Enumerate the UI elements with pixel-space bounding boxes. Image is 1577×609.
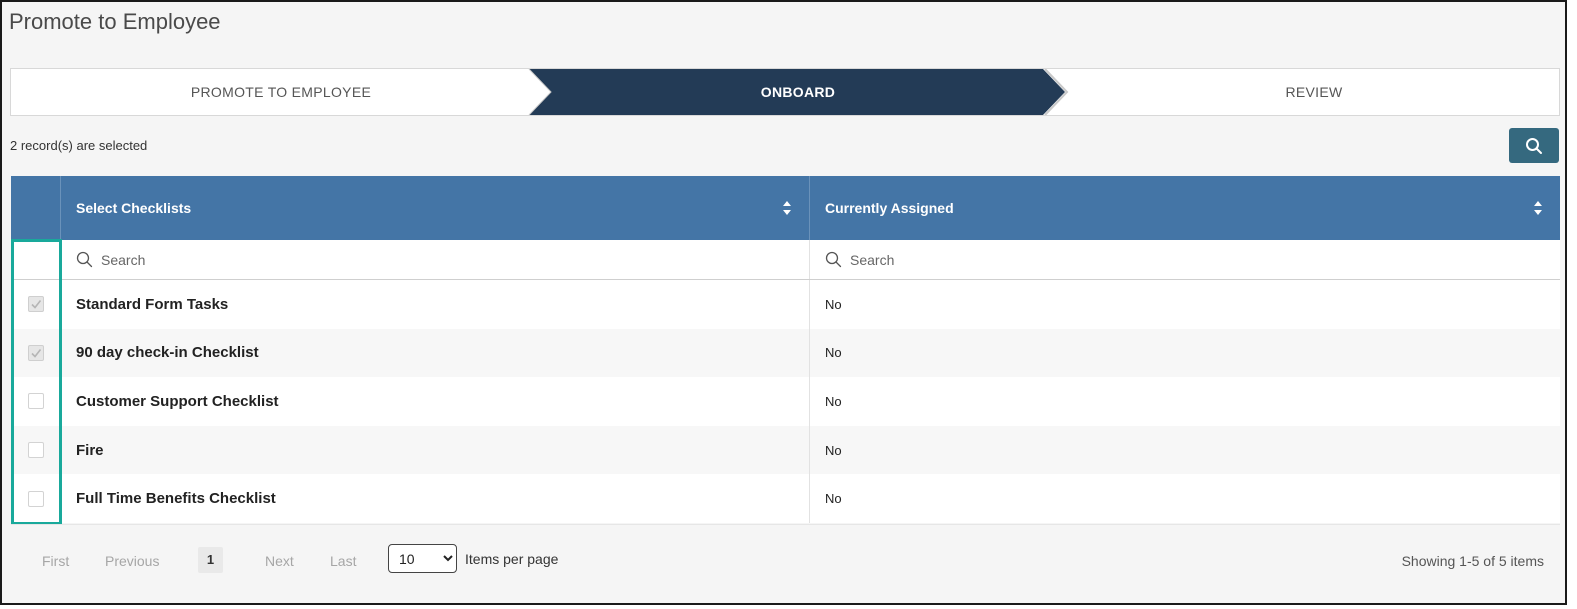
- row-select-cell: [11, 296, 61, 313]
- currently-assigned-value: No: [825, 393, 842, 409]
- filter-select-spacer: [11, 240, 61, 279]
- page-title: Promote to Employee: [9, 9, 221, 34]
- wizard-step-review[interactable]: REVIEW: [1067, 69, 1561, 115]
- checkmark-icon: [31, 300, 42, 310]
- search-button[interactable]: [1509, 128, 1559, 163]
- checklists-search-input[interactable]: [101, 251, 401, 268]
- row-checkbox[interactable]: [28, 393, 44, 410]
- filter-row: [11, 240, 1560, 280]
- column-label: Currently Assigned: [825, 200, 954, 216]
- previous-page-link[interactable]: Previous: [105, 553, 159, 569]
- row-checkbox[interactable]: [28, 490, 44, 507]
- sort-icon: [783, 201, 791, 215]
- row-select-cell: [11, 442, 61, 459]
- assigned-search-input[interactable]: [850, 251, 1150, 268]
- row-checkbox[interactable]: [28, 344, 44, 361]
- column-header-currently-assigned[interactable]: Currently Assigned: [810, 176, 1560, 240]
- search-icon: [1526, 137, 1542, 154]
- app-frame: Promote to Employee PROMOTE TO EMPLOYEE …: [0, 0, 1567, 605]
- next-page-link[interactable]: Next: [265, 553, 294, 569]
- row-checkbox[interactable]: [28, 442, 44, 459]
- selection-count: 2 record(s) are selected: [10, 138, 148, 153]
- showing-items-summary: Showing 1-5 of 5 items: [1401, 553, 1544, 569]
- currently-assigned-value: No: [825, 442, 842, 458]
- row-select-cell: [11, 490, 61, 507]
- checklist-name: Fire: [61, 425, 810, 475]
- checkmark-icon: [31, 348, 42, 358]
- checklist-name: 90 day check-in Checklist: [61, 328, 810, 378]
- row-checkbox[interactable]: [28, 296, 44, 313]
- checklist-name: Standard Form Tasks: [61, 280, 810, 329]
- last-page-link[interactable]: Last: [330, 553, 356, 569]
- items-per-page-select[interactable]: 10: [388, 544, 457, 573]
- current-page-number[interactable]: 1: [198, 547, 223, 573]
- checklist-table: Select Checklists Currently Assigned Sea…: [11, 176, 1560, 523]
- table-row[interactable]: Standard Form Tasks No: [11, 280, 1560, 329]
- table-header: Select Checklists Currently Assigned: [11, 176, 1560, 240]
- currently-assigned-value: No: [825, 491, 842, 507]
- filter-cell-checklists: [61, 240, 810, 279]
- wizard-steps: PROMOTE TO EMPLOYEE ONBOARD REVIEW: [10, 68, 1560, 116]
- header-select-column: [11, 176, 61, 240]
- table-row[interactable]: 90 day check-in Checklist No: [11, 328, 1560, 378]
- checklist-name: Customer Support Checklist: [61, 377, 810, 426]
- table-row[interactable]: Full Time Benefits Checklist No: [11, 474, 1560, 523]
- filter-cell-assigned: [810, 240, 1560, 279]
- search-icon: [76, 251, 93, 268]
- column-header-select-checklists[interactable]: Select Checklists: [61, 176, 810, 240]
- checklist-name: Full Time Benefits Checklist: [61, 474, 810, 523]
- search-icon: [825, 251, 842, 268]
- sort-icon: [1534, 201, 1542, 215]
- currently-assigned-value: No: [825, 345, 842, 361]
- wizard-step-onboard[interactable]: ONBOARD: [551, 69, 1045, 115]
- currently-assigned-value: No: [825, 296, 842, 312]
- wizard-step-promote[interactable]: PROMOTE TO EMPLOYEE: [11, 69, 551, 115]
- first-page-link[interactable]: First: [42, 553, 69, 569]
- row-select-cell: [11, 393, 61, 410]
- pagination-bar: First Previous 1 Next Last 10 Items per …: [11, 524, 1560, 596]
- row-select-cell: [11, 344, 61, 361]
- table-row[interactable]: Fire No: [11, 425, 1560, 475]
- column-label: Select Checklists: [76, 200, 192, 216]
- table-row[interactable]: Customer Support Checklist No: [11, 377, 1560, 426]
- items-per-page-label: Items per page: [465, 551, 559, 567]
